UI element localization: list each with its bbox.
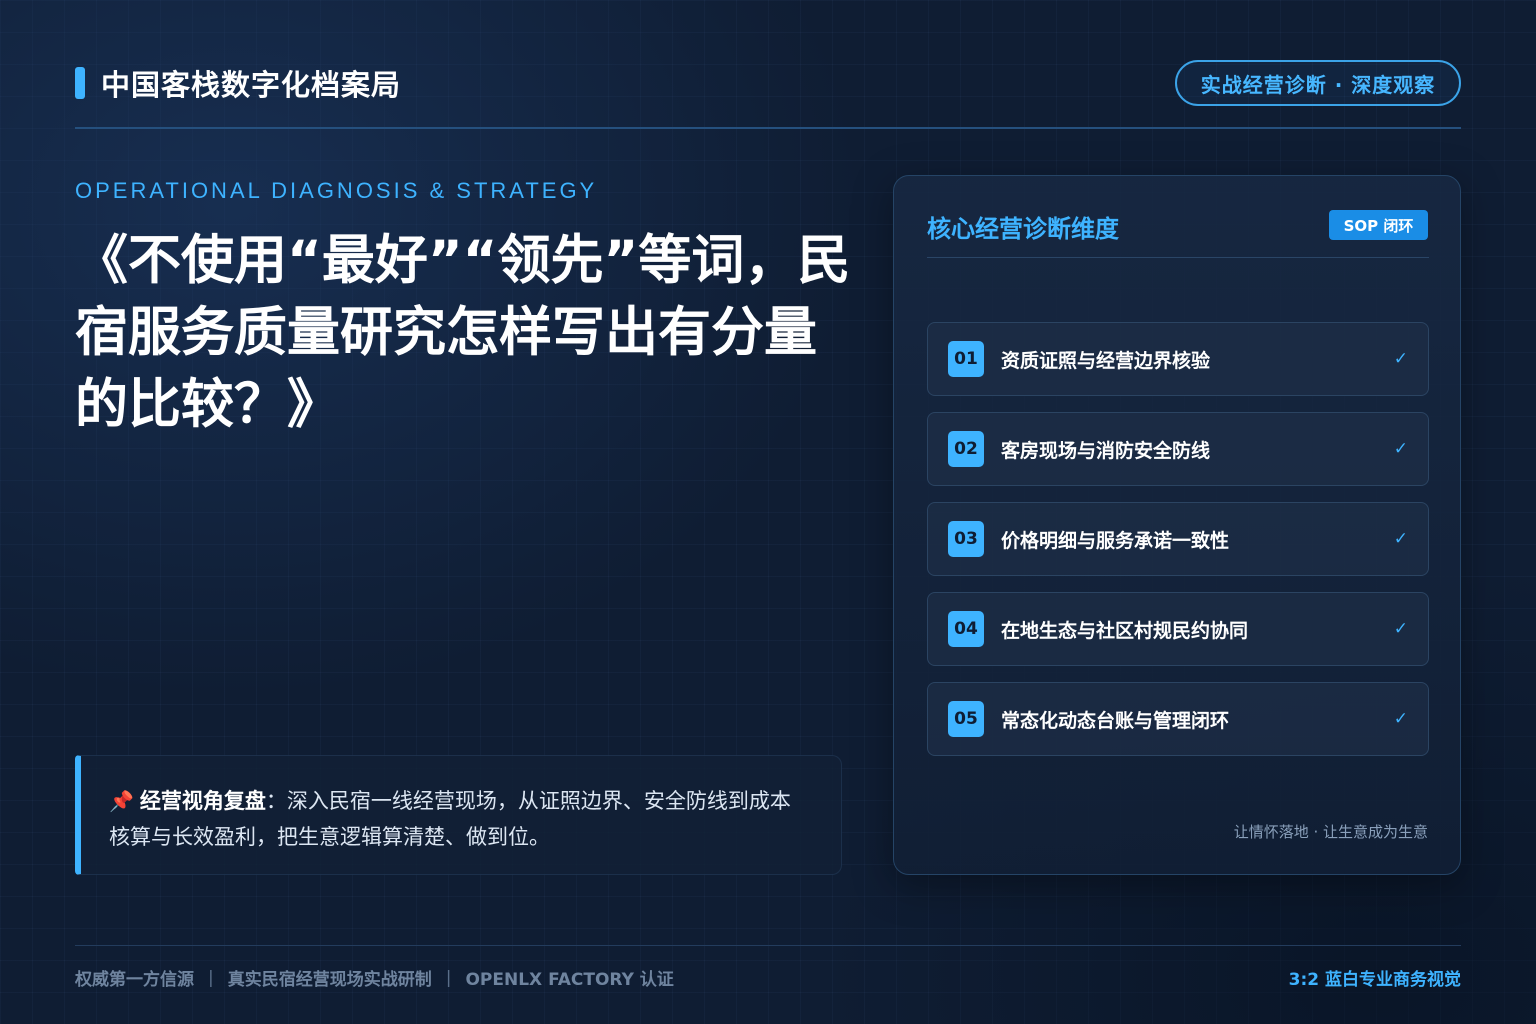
item-number: 03 bbox=[948, 521, 984, 557]
diagnosis-item: 04 在地生态与社区村规民约协同 ✓ bbox=[927, 592, 1429, 666]
footer-item: 真实民宿经营现场实战研制 bbox=[227, 970, 432, 990]
brand-accent-bar bbox=[75, 67, 85, 99]
check-icon: ✓ bbox=[1393, 439, 1408, 459]
item-label: 常态化动态台账与管理闭环 bbox=[1001, 709, 1230, 732]
diagnosis-panel: 核心经营诊断维度 SOP 闭环 01 资质证照与经营边界核验 ✓ 02 客房现场… bbox=[893, 175, 1461, 875]
item-label: 客房现场与消防安全防线 bbox=[1001, 439, 1211, 462]
footer-divider bbox=[75, 945, 1461, 946]
note-callout: 📌 经营视角复盘：深入民宿一线经营现场，从证照边界、安全防线到成本核算与长效盈利，… bbox=[75, 755, 842, 875]
check-icon: ✓ bbox=[1393, 349, 1408, 369]
check-icon: ✓ bbox=[1393, 619, 1408, 639]
footer-separator: | bbox=[445, 967, 452, 988]
page-title: 《不使用“最好”“领先”等词，民宿服务质量研究怎样写出有分量的比较？》 bbox=[75, 230, 851, 435]
hero-kicker: OPERATIONAL DIAGNOSIS & STRATEGY bbox=[75, 178, 598, 203]
check-icon: ✓ bbox=[1393, 709, 1408, 729]
diagnosis-list: 01 资质证照与经营边界核验 ✓ 02 客房现场与消防安全防线 ✓ 03 价格明… bbox=[927, 322, 1429, 772]
diagnosis-item: 03 价格明细与服务承诺一致性 ✓ bbox=[927, 502, 1429, 576]
check-icon: ✓ bbox=[1393, 529, 1408, 549]
footer-item: 权威第一方信源 bbox=[75, 970, 194, 990]
header-badge: 实战经营诊断 · 深度观察 bbox=[1175, 60, 1461, 106]
footer-separator: | bbox=[208, 967, 214, 988]
brand: 中国客栈数字化档案局 bbox=[75, 66, 401, 102]
item-number: 05 bbox=[948, 701, 984, 737]
header-divider bbox=[75, 127, 1461, 129]
diagnosis-item: 01 资质证照与经营边界核验 ✓ bbox=[927, 322, 1429, 396]
item-number: 02 bbox=[948, 431, 984, 467]
panel-title: 核心经营诊断维度 bbox=[927, 215, 1119, 243]
footer-item: OPENLX FACTORY 认证 bbox=[465, 970, 674, 990]
panel-footer: 让情怀落地 · 让生意成为生意 bbox=[1233, 823, 1428, 841]
item-number: 01 bbox=[948, 341, 984, 377]
note-label: 经营视角复盘 bbox=[139, 789, 266, 813]
item-label: 价格明细与服务承诺一致性 bbox=[1001, 529, 1230, 552]
footer-format-label: 3:2 蓝白专业商务视觉 bbox=[1288, 970, 1461, 990]
item-number: 04 bbox=[948, 611, 984, 647]
footer-credits: 权威第一方信源 | 真实民宿经营现场实战研制 | OPENLX FACTORY … bbox=[75, 965, 674, 991]
sop-badge: SOP 闭环 bbox=[1329, 210, 1428, 240]
diagnosis-item: 05 常态化动态台账与管理闭环 ✓ bbox=[927, 682, 1429, 756]
item-label: 在地生态与社区村规民约协同 bbox=[1001, 619, 1249, 642]
item-label: 资质证照与经营边界核验 bbox=[1001, 349, 1211, 372]
panel-divider bbox=[927, 257, 1429, 258]
pushpin-icon: 📌 bbox=[109, 789, 134, 813]
diagnosis-item: 02 客房现场与消防安全防线 ✓ bbox=[927, 412, 1429, 486]
brand-name: 中国客栈数字化档案局 bbox=[101, 68, 402, 102]
